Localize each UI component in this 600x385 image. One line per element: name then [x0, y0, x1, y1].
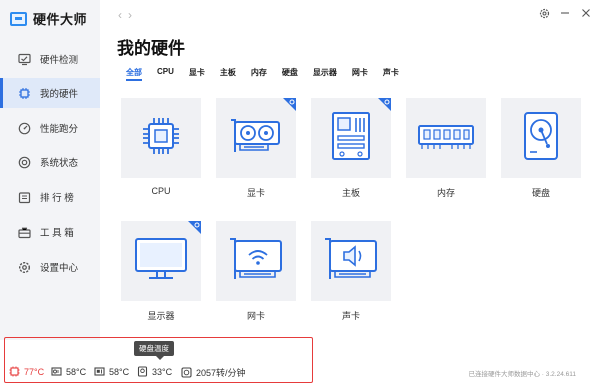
tab-monitor[interactable]: 显示器 — [313, 67, 337, 78]
connection-status: 已连接硬件大师数据中心 · 3.2.24.611 — [468, 371, 576, 378]
gpu-temp-icon — [51, 366, 62, 377]
back-arrow-icon[interactable]: ‹ — [118, 8, 128, 22]
settings-badge-icon[interactable] — [188, 221, 201, 234]
sidebar: 硬件大师 硬件检测 我的硬件 性能跑分 系统状态 排 行 榜 工 具 箱 设置中… — [0, 0, 100, 340]
cpu-temp-icon — [9, 366, 20, 377]
sidebar-item-toolbox[interactable]: 工 具 箱 — [0, 217, 100, 247]
card-label: CPU — [151, 186, 171, 196]
disk-temp-icon — [137, 366, 148, 377]
sidebar-item-ranking[interactable]: 排 行 榜 — [0, 182, 100, 212]
sidebar-item-label: 系统状态 — [40, 158, 79, 169]
window-controls — [538, 7, 592, 19]
ranking-icon — [18, 191, 31, 204]
settings-badge-icon[interactable] — [283, 98, 296, 111]
motherboard-temperature[interactable]: 58°C — [94, 366, 129, 377]
sidebar-item-label: 硬件检测 — [40, 55, 79, 66]
card-label: 硬盘 — [531, 188, 550, 198]
graphics-card-icon — [228, 114, 284, 163]
card-label: 显示器 — [147, 311, 175, 321]
category-tabs: 全部 CPU 显卡 主板 内存 硬盘 显示器 网卡 声卡 — [126, 67, 414, 81]
history-nav: ‹› — [118, 8, 138, 22]
app-title: 硬件大师 — [33, 12, 88, 27]
tab-disk[interactable]: 硬盘 — [282, 67, 298, 78]
app-logo: 硬件大师 — [10, 9, 87, 28]
tooltip: 硬盘温度 — [134, 341, 174, 360]
minimize-icon[interactable] — [559, 7, 571, 19]
hardware-card-disk[interactable]: 硬盘 — [501, 98, 581, 199]
page-title: 我的硬件 — [117, 39, 185, 58]
motherboard-icon — [329, 110, 373, 167]
close-icon[interactable] — [580, 7, 592, 19]
hardware-card-motherboard[interactable]: 主板 — [311, 98, 391, 199]
sidebar-item-label: 工 具 箱 — [40, 228, 74, 239]
sidebar-item-label: 我的硬件 — [40, 89, 79, 100]
tab-sound[interactable]: 声卡 — [383, 67, 399, 78]
hardware-card-monitor[interactable]: 显示器 — [121, 221, 201, 322]
sound-card-icon — [322, 235, 380, 288]
card-label: 网卡 — [246, 311, 265, 321]
sidebar-item-my-hardware[interactable]: 我的硬件 — [0, 78, 100, 108]
cpu-icon — [137, 112, 185, 165]
cpu-temperature[interactable]: 77°C — [9, 366, 44, 377]
gear-icon — [18, 261, 31, 274]
hardware-card-gpu[interactable]: 显卡 — [216, 98, 296, 199]
tab-all[interactable]: 全部 — [126, 67, 142, 81]
sidebar-item-label: 性能跑分 — [40, 124, 79, 135]
card-label: 显卡 — [246, 188, 265, 198]
monitor-icon — [133, 236, 189, 287]
sidebar-item-benchmark[interactable]: 性能跑分 — [0, 113, 100, 143]
hard-disk-icon — [521, 110, 561, 167]
card-image — [501, 98, 581, 178]
disk-temp-value: 33°C — [152, 366, 173, 377]
tab-network[interactable]: 网卡 — [352, 67, 368, 78]
card-label: 声卡 — [341, 311, 360, 321]
settings-badge-icon[interactable] — [378, 98, 391, 111]
tab-gpu[interactable]: 显卡 — [189, 67, 205, 78]
hardware-card-memory[interactable]: 内存 — [406, 98, 486, 199]
card-label: 主板 — [341, 188, 360, 198]
gpu-temperature[interactable]: 58°C — [51, 366, 86, 377]
network-card-icon — [227, 235, 285, 288]
card-image — [311, 98, 391, 178]
fan-icon — [181, 367, 192, 378]
toolbox-icon — [18, 226, 31, 239]
fan-speed[interactable]: 2057转/分钟 — [181, 366, 246, 379]
sidebar-item-settings[interactable]: 设置中心 — [0, 252, 100, 282]
monitor-check-icon — [18, 53, 31, 66]
gpu-temp-value: 58°C — [66, 366, 87, 377]
tab-cpu[interactable]: CPU — [157, 67, 174, 78]
settings-icon[interactable] — [538, 7, 550, 19]
tab-memory[interactable]: 内存 — [251, 67, 267, 78]
disk-temperature[interactable]: 33°C — [137, 366, 172, 377]
sidebar-item-label: 设置中心 — [40, 263, 79, 274]
card-image — [216, 221, 296, 301]
card-image — [216, 98, 296, 178]
card-image — [406, 98, 486, 178]
logo-icon — [10, 11, 27, 26]
card-label: 内存 — [436, 188, 455, 198]
hardware-card-network[interactable]: 网卡 — [216, 221, 296, 322]
card-image — [121, 221, 201, 301]
cpu-chip-icon — [18, 87, 31, 100]
sidebar-item-system-status[interactable]: 系统状态 — [0, 147, 100, 177]
sidebar-item-hardware-check[interactable]: 硬件检测 — [0, 44, 100, 74]
fan-speed-value: 2057转/分钟 — [196, 368, 246, 378]
tab-motherboard[interactable]: 主板 — [220, 67, 236, 78]
ram-icon — [416, 120, 476, 157]
target-icon — [18, 156, 31, 169]
hardware-card-sound[interactable]: 声卡 — [311, 221, 391, 322]
motherboard-temp-value: 58°C — [109, 366, 130, 377]
cpu-temp-value: 77°C — [24, 366, 45, 377]
motherboard-temp-icon — [94, 366, 105, 377]
card-image — [311, 221, 391, 301]
card-image — [121, 98, 201, 178]
speedometer-icon — [18, 122, 31, 135]
hardware-card-cpu[interactable]: CPU — [121, 98, 201, 196]
forward-arrow-icon[interactable]: › — [128, 8, 138, 22]
sidebar-item-label: 排 行 榜 — [40, 193, 74, 204]
